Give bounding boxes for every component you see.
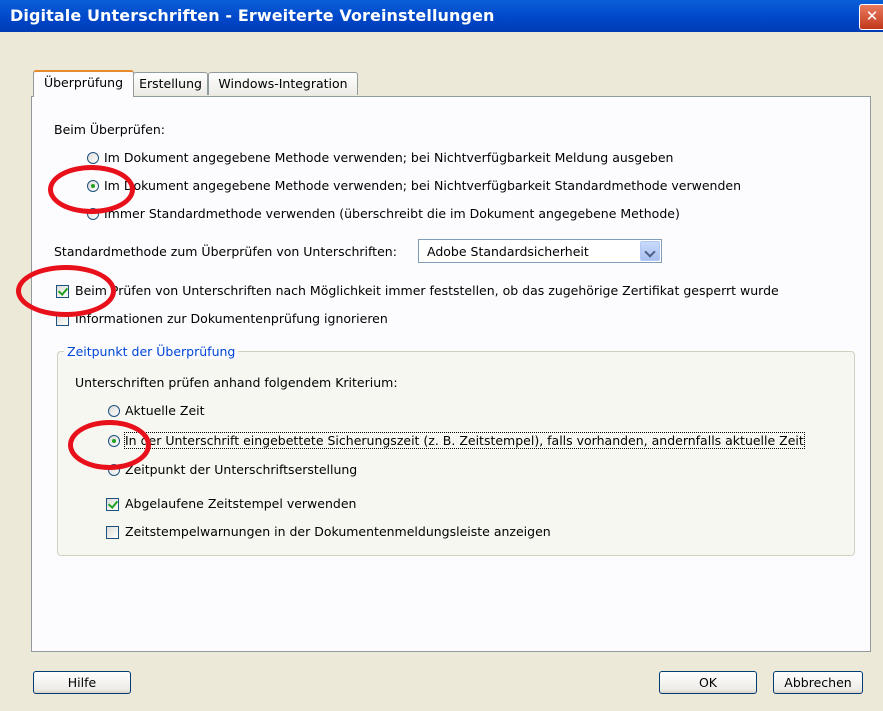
- annotation-circle: [16, 265, 116, 317]
- signing-time-label[interactable]: Zeitpunkt der Unterschriftserstellung: [125, 462, 357, 477]
- radio-verify-option-1[interactable]: [87, 152, 99, 164]
- window-title: Digitale Unterschriften - Erweiterte Vor…: [10, 6, 495, 25]
- tab-windows-integration[interactable]: Windows-Integration: [208, 72, 358, 95]
- help-button[interactable]: Hilfe: [33, 671, 131, 694]
- current-time-label[interactable]: Aktuelle Zeit: [125, 403, 205, 418]
- default-method-value: Adobe Standardsicherheit: [427, 244, 589, 259]
- cancel-button[interactable]: Abbrechen: [773, 671, 863, 694]
- verify-option-2-label[interactable]: Im Dokument angegebene Methode verwenden…: [104, 178, 741, 193]
- ok-button[interactable]: OK: [659, 671, 757, 694]
- annotation-circle: [68, 420, 151, 470]
- revocation-check-label[interactable]: Beim Prüfen von Unterschriften nach Mögl…: [75, 283, 779, 298]
- default-method-select[interactable]: Adobe Standardsicherheit: [418, 239, 662, 263]
- tab-erstellung[interactable]: Erstellung: [133, 72, 208, 95]
- checkbox-expired-timestamps[interactable]: [106, 498, 119, 511]
- time-group-title: Zeitpunkt der Überprüfung: [64, 344, 239, 359]
- criterion-label: Unterschriften prüfen anhand folgendem K…: [75, 375, 398, 390]
- close-icon[interactable]: ✕: [859, 4, 883, 30]
- checkbox-timestamp-warnings[interactable]: [106, 526, 119, 539]
- title-bar: Digitale Unterschriften - Erweiterte Vor…: [0, 0, 883, 32]
- embedded-time-label[interactable]: In der Unterschrift eingebettete Sicheru…: [124, 432, 805, 449]
- tab-ueberpruefung[interactable]: Überprüfung: [33, 70, 134, 97]
- default-method-label: Standardmethode zum Überprüfen von Unter…: [54, 244, 397, 259]
- verify-heading: Beim Überprüfen:: [54, 122, 166, 137]
- ignore-doc-info-label[interactable]: Informationen zur Dokumentenprüfung igno…: [75, 311, 388, 326]
- verify-option-3-label[interactable]: Immer Standardmethode verwenden (übersch…: [104, 206, 680, 221]
- expired-timestamps-label[interactable]: Abgelaufene Zeitstempel verwenden: [125, 496, 356, 511]
- verify-option-1-label[interactable]: Im Dokument angegebene Methode verwenden…: [104, 150, 673, 165]
- radio-current-time[interactable]: [108, 405, 120, 417]
- annotation-circle: [48, 165, 135, 214]
- timestamp-warnings-label[interactable]: Zeitstempelwarnungen in der Dokumentenme…: [125, 524, 551, 539]
- chevron-down-icon[interactable]: [640, 241, 660, 261]
